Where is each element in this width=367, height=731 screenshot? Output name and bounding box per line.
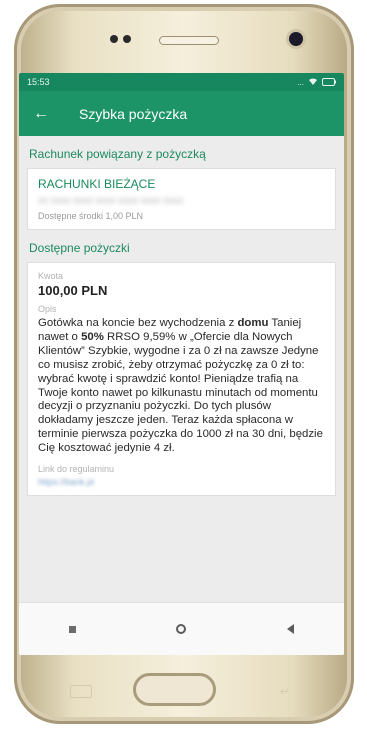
amount-value: 100,00 PLN — [38, 283, 108, 298]
available-funds: Dostępne środki 1,00 PLN — [38, 211, 144, 221]
page-title: Szybka pożyczka — [79, 105, 188, 122]
earpiece-speaker — [159, 36, 219, 45]
front-camera-icon — [289, 32, 303, 46]
back-soft-key-icon[interactable]: ↩ — [280, 685, 298, 698]
home-hardware-button[interactable] — [133, 673, 216, 706]
description-bold-2: 50% — [81, 330, 104, 343]
regulation-label: Link do regulaminu — [38, 464, 115, 475]
description-bold-1: domu — [237, 317, 269, 329]
signal-icon: ... — [297, 77, 304, 87]
recent-apps-soft-key[interactable] — [70, 685, 92, 698]
loans-section-title: Dostępne pożyczki — [29, 241, 130, 255]
status-icons: ... — [297, 77, 336, 87]
phone-screen: 15:53 ... ← Szybka pożyczka Rachunek pow… — [19, 73, 344, 655]
back-arrow-icon[interactable]: ← — [33, 105, 57, 123]
account-name: RACHUNKI BIEŻĄCE — [38, 177, 156, 191]
android-nav-bar — [19, 602, 344, 655]
description-label: Opis — [38, 304, 57, 314]
loan-description: Gotówka na koncie bez wychodzenia z domu… — [38, 317, 325, 456]
app-bar: ← Szybka pożyczka — [19, 91, 344, 136]
home-circle-icon[interactable] — [176, 624, 187, 634]
description-text-3: RRSO 9,59% w „Ofercie dla Nowych Klientó… — [38, 330, 323, 455]
regulation-link[interactable]: https://bank.pl — [38, 477, 325, 487]
battery-icon — [322, 77, 336, 86]
status-bar: 15:53 ... — [19, 73, 344, 91]
recent-apps-square-icon[interactable] — [69, 625, 77, 633]
account-number: 00 0000 0000 0000 0000 0000 0000 — [38, 196, 184, 206]
loan-card[interactable]: Kwota 100,00 PLN Opis Gotówka na koncie … — [27, 262, 336, 497]
account-card[interactable]: RACHUNKI BIEŻĄCE 00 0000 0000 0000 0000 … — [27, 168, 336, 230]
amount-label: Kwota — [38, 271, 64, 281]
wifi-icon — [309, 77, 317, 85]
description-text-1: Gotówka na koncie bez wychodzenia z — [38, 317, 238, 329]
account-section-title: Rachunek powiązany z pożyczką — [29, 147, 206, 161]
back-triangle-icon[interactable] — [286, 624, 294, 634]
sensor-dots — [110, 35, 131, 43]
status-time: 15:53 — [27, 77, 50, 87]
